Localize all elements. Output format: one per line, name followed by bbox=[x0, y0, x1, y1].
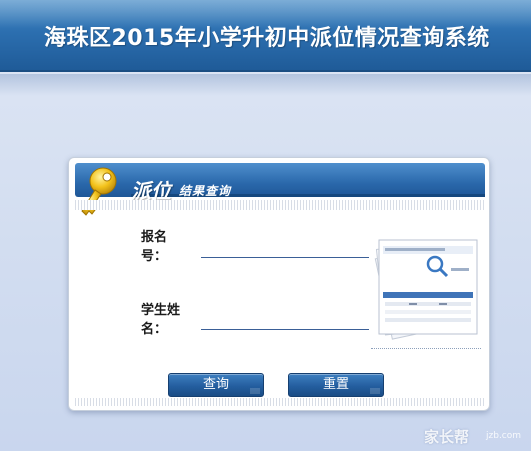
reset-button-label: 重置 bbox=[322, 377, 349, 392]
reset-button[interactable]: 重置 bbox=[288, 373, 384, 397]
query-panel: 派位 结果查询 报名号： 学生姓名： 查询 重置 bbox=[68, 157, 490, 411]
button-texture bbox=[250, 388, 260, 394]
page-title: 海珠区2015年小学升初中派位情况查询系统 bbox=[44, 26, 490, 51]
footer-stripe bbox=[75, 398, 485, 406]
document-stack-icon bbox=[374, 239, 478, 340]
query-button-label: 查询 bbox=[202, 377, 229, 392]
illustration-underline bbox=[371, 348, 481, 349]
watermark-logo: 家长帮 bbox=[424, 428, 470, 446]
watermark-domain: jzb.com bbox=[486, 431, 522, 441]
student-name-input[interactable] bbox=[201, 308, 369, 330]
panel-subtitle: 结果查询 bbox=[179, 184, 232, 198]
panel-header: 派位 结果查询 bbox=[75, 163, 485, 203]
key-icon bbox=[81, 167, 117, 216]
student-name-label: 学生姓名： bbox=[141, 303, 181, 337]
top-header: 海珠区2015年小学升初中派位情况查询系统 bbox=[0, 0, 531, 72]
header-stripe bbox=[75, 200, 485, 210]
enrollment-number-label: 报名号： bbox=[141, 230, 168, 264]
enrollment-number-input[interactable] bbox=[201, 236, 369, 258]
header-shadow bbox=[0, 74, 531, 96]
button-texture bbox=[370, 388, 380, 394]
query-button[interactable]: 查询 bbox=[168, 373, 264, 397]
